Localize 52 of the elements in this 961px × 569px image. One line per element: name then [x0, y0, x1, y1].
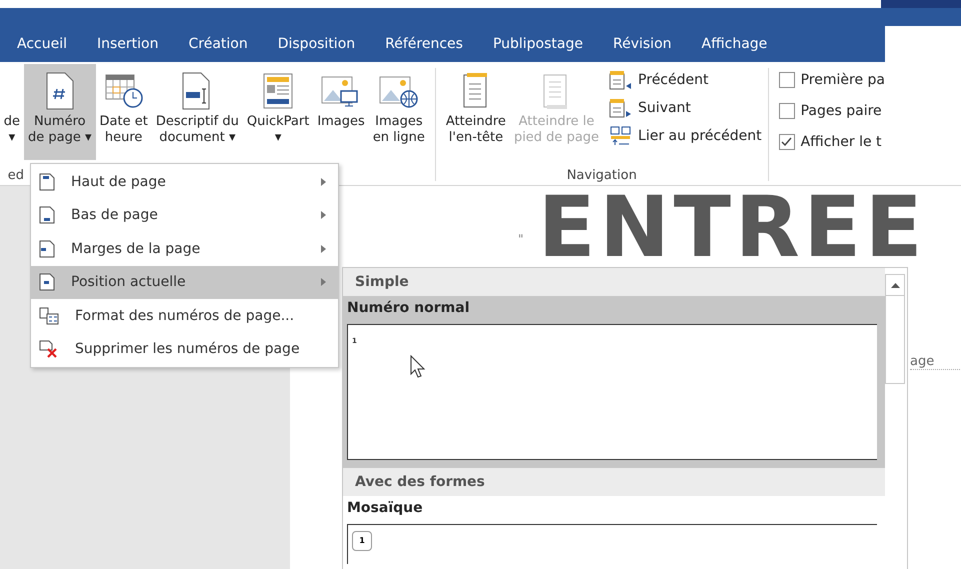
- ribbon-tab[interactable]: Affichage: [686, 26, 782, 62]
- checkmark-icon: [781, 137, 792, 146]
- tile-number-preview: 1: [352, 530, 372, 550]
- checkbox[interactable]: [778, 102, 795, 118]
- ribbon-button[interactable]: Numéro de page ▾: [24, 64, 96, 160]
- ribbon-button[interactable]: Images en ligne: [368, 64, 429, 185]
- document-heading: ENTREE: [538, 186, 928, 268]
- header-button[interactable]: de ▾: [0, 64, 24, 146]
- ribbon-tab[interactable]: Disposition: [262, 26, 370, 62]
- page-number-top-icon: [39, 172, 55, 191]
- next-section-icon: [609, 98, 634, 118]
- ribbon-button[interactable]: Atteindre l'en-tête: [442, 64, 510, 146]
- calendar-clock-icon: [104, 73, 143, 109]
- ribbon-tab[interactable]: Insertion: [82, 26, 174, 62]
- document-text: age: [910, 354, 961, 370]
- menu-item[interactable]: Marges de la page: [31, 232, 338, 266]
- ribbon-tab[interactable]: Publipostage: [478, 26, 598, 62]
- ribbon-tab[interactable]: Accueil: [2, 26, 82, 62]
- document-field-icon: [182, 72, 212, 110]
- menu-item[interactable]: Supprimer les numéros de page: [31, 332, 338, 366]
- option-checkbox[interactable]: Afficher le t: [778, 126, 885, 157]
- ribbon-tab[interactable]: Révision: [598, 26, 687, 62]
- ribbon-button[interactable]: Précédent: [609, 66, 762, 94]
- ribbon-button[interactable]: Suivant: [609, 94, 762, 122]
- page-number-icon: [46, 72, 74, 110]
- group-label: Navigation: [566, 168, 638, 183]
- previous-section-icon: [609, 70, 634, 90]
- remove-page-number-icon: [39, 340, 59, 358]
- menu-item[interactable]: Position actuelle: [31, 266, 338, 299]
- ribbon-tab[interactable]: Création: [173, 26, 263, 62]
- cursor-icon: [410, 355, 426, 379]
- ribbon-button[interactable]: Lier au précédent: [609, 122, 762, 150]
- menu-item[interactable]: Format des numéros de page...: [31, 299, 338, 332]
- group-label: ed: [8, 168, 24, 183]
- paragraph-mark: ": [518, 232, 524, 246]
- scroll-up-button[interactable]: [885, 274, 905, 296]
- scrollbar-thumb[interactable]: [885, 296, 905, 384]
- option-checkbox[interactable]: Première pa: [778, 64, 885, 95]
- menu-item[interactable]: Bas de page: [31, 198, 338, 232]
- option-checkbox[interactable]: Pages paire: [778, 95, 885, 126]
- page-number-margin-icon: [39, 240, 55, 258]
- checkbox[interactable]: [778, 72, 795, 88]
- checkbox[interactable]: [778, 134, 795, 150]
- gallery-section-title: Avec des formes: [343, 468, 885, 496]
- ribbon-tab[interactable]: Références: [370, 26, 478, 62]
- page-format-icon: [39, 306, 59, 325]
- link-icon: [609, 126, 634, 146]
- page-number-bottom-icon: [39, 206, 55, 224]
- page-number-icon: [39, 273, 55, 292]
- gallery-section-title: Simple: [343, 268, 885, 296]
- up-arrow-icon: [890, 282, 900, 288]
- quick-parts-icon: [263, 73, 294, 109]
